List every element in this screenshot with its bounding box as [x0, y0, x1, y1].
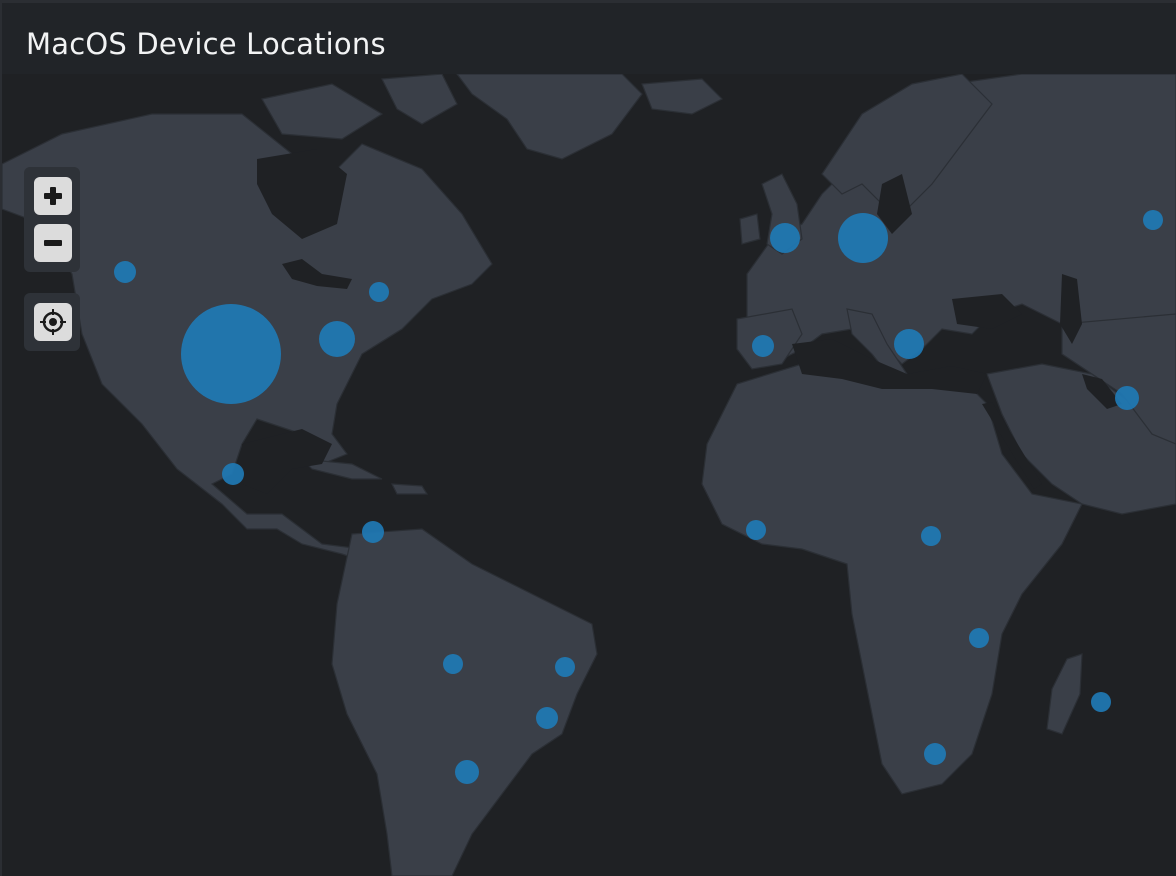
- marker-mauritius[interactable]: [1091, 692, 1111, 712]
- map-panel: MacOS Device Locations: [0, 0, 1176, 876]
- world-map[interactable]: [2, 74, 1176, 876]
- locate-control: [24, 293, 80, 351]
- marker-west-africa[interactable]: [746, 520, 766, 540]
- marker-uk[interactable]: [770, 223, 800, 253]
- marker-uruguay[interactable]: [455, 760, 479, 784]
- minus-icon: [44, 240, 62, 246]
- marker-usa-northwest[interactable]: [114, 261, 136, 283]
- marker-russia[interactable]: [1143, 210, 1163, 230]
- marker-spain[interactable]: [752, 335, 774, 357]
- marker-usa-central[interactable]: [181, 304, 281, 404]
- marker-usa-northeast[interactable]: [369, 282, 389, 302]
- marker-brazil-east[interactable]: [555, 657, 575, 677]
- marker-germany[interactable]: [838, 213, 888, 263]
- marker-south-africa[interactable]: [924, 743, 946, 765]
- zoom-in-button[interactable]: [34, 177, 72, 215]
- plus-icon: [44, 187, 62, 205]
- marker-gulf[interactable]: [1115, 386, 1139, 410]
- marker-mexico[interactable]: [222, 463, 244, 485]
- panel-title: MacOS Device Locations: [26, 27, 386, 61]
- marker-usa-east[interactable]: [319, 321, 355, 357]
- marker-central-africa[interactable]: [921, 526, 941, 546]
- marker-brazil-south[interactable]: [536, 707, 558, 729]
- locate-button[interactable]: [34, 303, 72, 341]
- panel-header: MacOS Device Locations: [2, 3, 1176, 74]
- marker-greece[interactable]: [894, 329, 924, 359]
- map-canvas[interactable]: [2, 74, 1176, 876]
- marker-brazil-west[interactable]: [443, 654, 463, 674]
- zoom-out-button[interactable]: [34, 224, 72, 262]
- marker-colombia[interactable]: [362, 521, 384, 543]
- marker-east-africa[interactable]: [969, 628, 989, 648]
- crosshair-icon: [40, 309, 66, 335]
- zoom-controls: [24, 167, 80, 272]
